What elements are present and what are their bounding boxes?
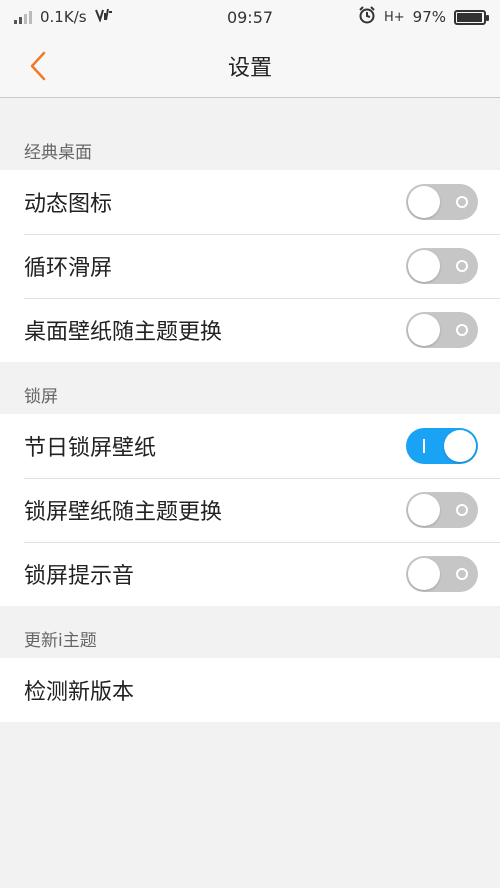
battery-icon [454, 9, 489, 25]
dynamic-icons-toggle[interactable] [406, 184, 478, 220]
app-notification-icon [94, 8, 113, 26]
toggle-off-mark [456, 504, 468, 516]
toggle-off-mark [456, 568, 468, 580]
toggle-knob [408, 558, 440, 590]
page-title: 设置 [227, 55, 272, 81]
setting-row-lock-wallpaper-theme[interactable]: 锁屏壁纸随主题更换 [0, 478, 500, 542]
network-speed: 0.1K/s [40, 8, 87, 26]
setting-label: 锁屏提示音 [24, 564, 135, 589]
settings-group-lock-screen: 节日锁屏壁纸 锁屏壁纸随主题更换 锁屏提示音 [0, 414, 500, 606]
setting-row-dynamic-icons[interactable]: 动态图标 [0, 170, 500, 234]
status-bar: 0.1K/s 09:57 H+ 97% [0, 0, 500, 34]
back-button[interactable] [20, 48, 56, 84]
lock-sound-toggle[interactable] [406, 556, 478, 592]
toggle-on-mark [423, 439, 425, 453]
setting-row-desktop-wallpaper-theme[interactable]: 桌面壁纸随主题更换 [0, 298, 500, 362]
toggle-knob [408, 250, 440, 282]
check-new-version-item[interactable]: 检测新版本 [0, 658, 500, 722]
signal-icon [14, 10, 32, 24]
toggle-off-mark [456, 324, 468, 336]
network-type: H+ [383, 9, 405, 25]
nav-bar: 设置 [0, 34, 500, 98]
status-right: H+ 97% [358, 6, 489, 28]
battery-percent: 97% [412, 8, 446, 26]
holiday-lock-wallpaper-toggle[interactable] [406, 428, 478, 464]
setting-row-loop-scroll[interactable]: 循环滑屏 [0, 234, 500, 298]
toggle-knob [444, 430, 476, 462]
toggle-off-mark [456, 196, 468, 208]
alarm-icon [358, 6, 376, 28]
section-header-lock-screen: 锁屏 [24, 387, 58, 407]
setting-label: 锁屏壁纸随主题更换 [24, 500, 223, 525]
toggle-knob [408, 314, 440, 346]
toggle-off-mark [456, 260, 468, 272]
setting-label: 动态图标 [24, 192, 113, 217]
setting-label: 桌面壁纸随主题更换 [24, 320, 223, 345]
settings-group-classic-desktop: 动态图标 循环滑屏 桌面壁纸随主题更换 [0, 170, 500, 362]
lock-wallpaper-theme-toggle[interactable] [406, 492, 478, 528]
battery-fill [457, 12, 483, 22]
setting-row-lock-sound[interactable]: 锁屏提示音 [0, 542, 500, 606]
setting-label: 循环滑屏 [24, 256, 113, 281]
toggle-knob [408, 186, 440, 218]
desktop-wallpaper-theme-toggle[interactable] [406, 312, 478, 348]
settings-group-update-theme: 检测新版本 [0, 658, 500, 722]
section-header-classic-desktop: 经典桌面 [24, 143, 92, 163]
chevron-left-icon [30, 51, 46, 81]
status-left: 0.1K/s [14, 8, 113, 26]
setting-row-holiday-lock-wallpaper[interactable]: 节日锁屏壁纸 [0, 414, 500, 478]
loop-scroll-toggle[interactable] [406, 248, 478, 284]
section-header-update-theme: 更新i主题 [24, 631, 97, 651]
setting-label: 节日锁屏壁纸 [24, 436, 157, 461]
setting-label: 检测新版本 [24, 680, 135, 705]
toggle-knob [408, 494, 440, 526]
